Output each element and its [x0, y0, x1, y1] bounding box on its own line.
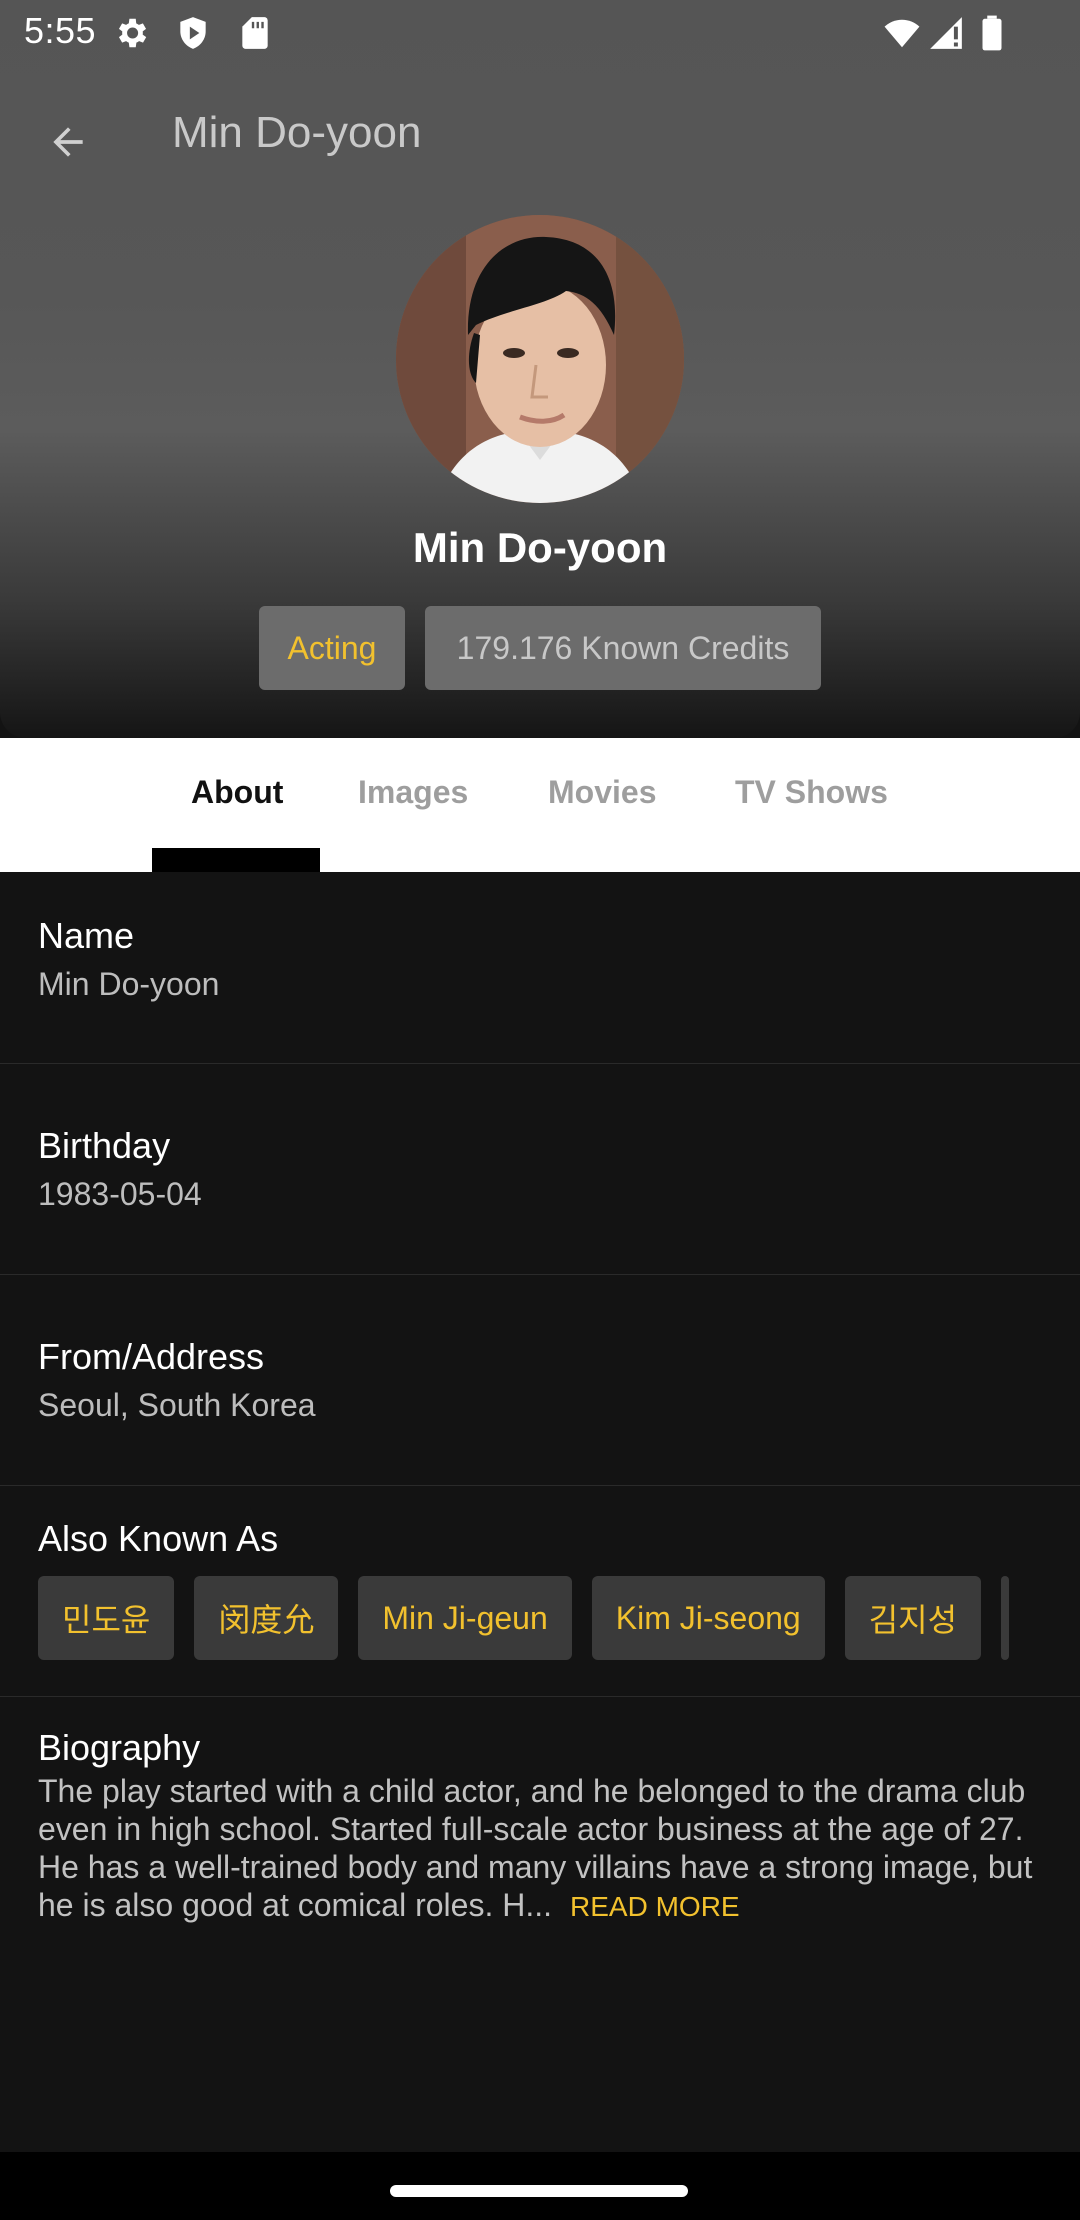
signal-icon: [930, 17, 962, 49]
aka-chip[interactable]: Kim Ji-seong: [591, 1576, 825, 1660]
name-value: Min Do-yoon: [38, 966, 220, 1002]
profile-photo: [396, 215, 684, 503]
biography-text: The play started with a child actor, and…: [38, 1772, 1048, 1926]
battery-icon: [982, 15, 1002, 51]
aka-chip[interactable]: Min Ji-geun: [358, 1576, 572, 1660]
address-value: Seoul, South Korea: [38, 1387, 316, 1423]
department-chip[interactable]: Acting: [259, 606, 405, 690]
page-title: Min Do-yoon: [172, 108, 422, 157]
tab-bar: About Images Movies TV Shows: [0, 738, 1080, 872]
known-credits-chip[interactable]: 179.176 Known Credits: [425, 606, 821, 690]
read-more-button[interactable]: READ MORE: [570, 1891, 740, 1922]
shield-icon: [180, 17, 206, 49]
name-section: Name Min Do-yoon: [0, 872, 1080, 1064]
aka-chip[interactable]: 민도윤: [38, 1576, 175, 1660]
wifi-icon: [884, 19, 920, 48]
aka-chip-overflow[interactable]: [1001, 1576, 1010, 1660]
aka-chip[interactable]: 김지성: [844, 1576, 982, 1660]
status-bar: 5:55: [0, 0, 1080, 66]
address-label: From/Address: [38, 1336, 265, 1377]
top-app-bar: Min Do-yoon: [0, 92, 1080, 176]
active-tab-indicator: [152, 848, 320, 872]
biography-body: The play started with a child actor, and…: [38, 1773, 1033, 1923]
gear-icon: [118, 18, 147, 48]
tab-movies[interactable]: Movies: [548, 774, 656, 811]
tab-images[interactable]: Images: [358, 774, 468, 811]
profile-header: 5:55 Min Do-yoon Min Do-yoon Acting 179.…: [0, 0, 1080, 738]
sd-card-icon: [242, 17, 268, 49]
person-name: Min Do-yoon: [412, 524, 668, 571]
name-label: Name: [38, 915, 135, 956]
birthday-value: 1983-05-04: [38, 1176, 202, 1212]
back-button[interactable]: [26, 100, 110, 184]
birthday-label: Birthday: [38, 1125, 171, 1166]
aka-chip[interactable]: 闵度允: [194, 1576, 339, 1660]
home-gesture-handle[interactable]: [390, 2185, 688, 2197]
status-time: 5:55: [24, 10, 97, 51]
biography-label: Biography: [38, 1727, 201, 1768]
aka-label: Also Known As: [38, 1518, 279, 1559]
tab-about[interactable]: About: [191, 774, 283, 811]
birthday-section: Birthday 1983-05-04: [0, 1064, 1080, 1275]
profile-chips: Acting 179.176 Known Credits: [0, 606, 1080, 690]
system-nav-bar: [0, 2152, 1080, 2220]
aka-chip-list[interactable]: 민도윤 闵度允 Min Ji-geun Kim Ji-seong 김지성: [38, 1576, 1080, 1660]
tab-tv-shows[interactable]: TV Shows: [735, 774, 888, 811]
arrow-left-icon: [53, 127, 83, 157]
address-section: From/Address Seoul, South Korea: [0, 1275, 1080, 1486]
